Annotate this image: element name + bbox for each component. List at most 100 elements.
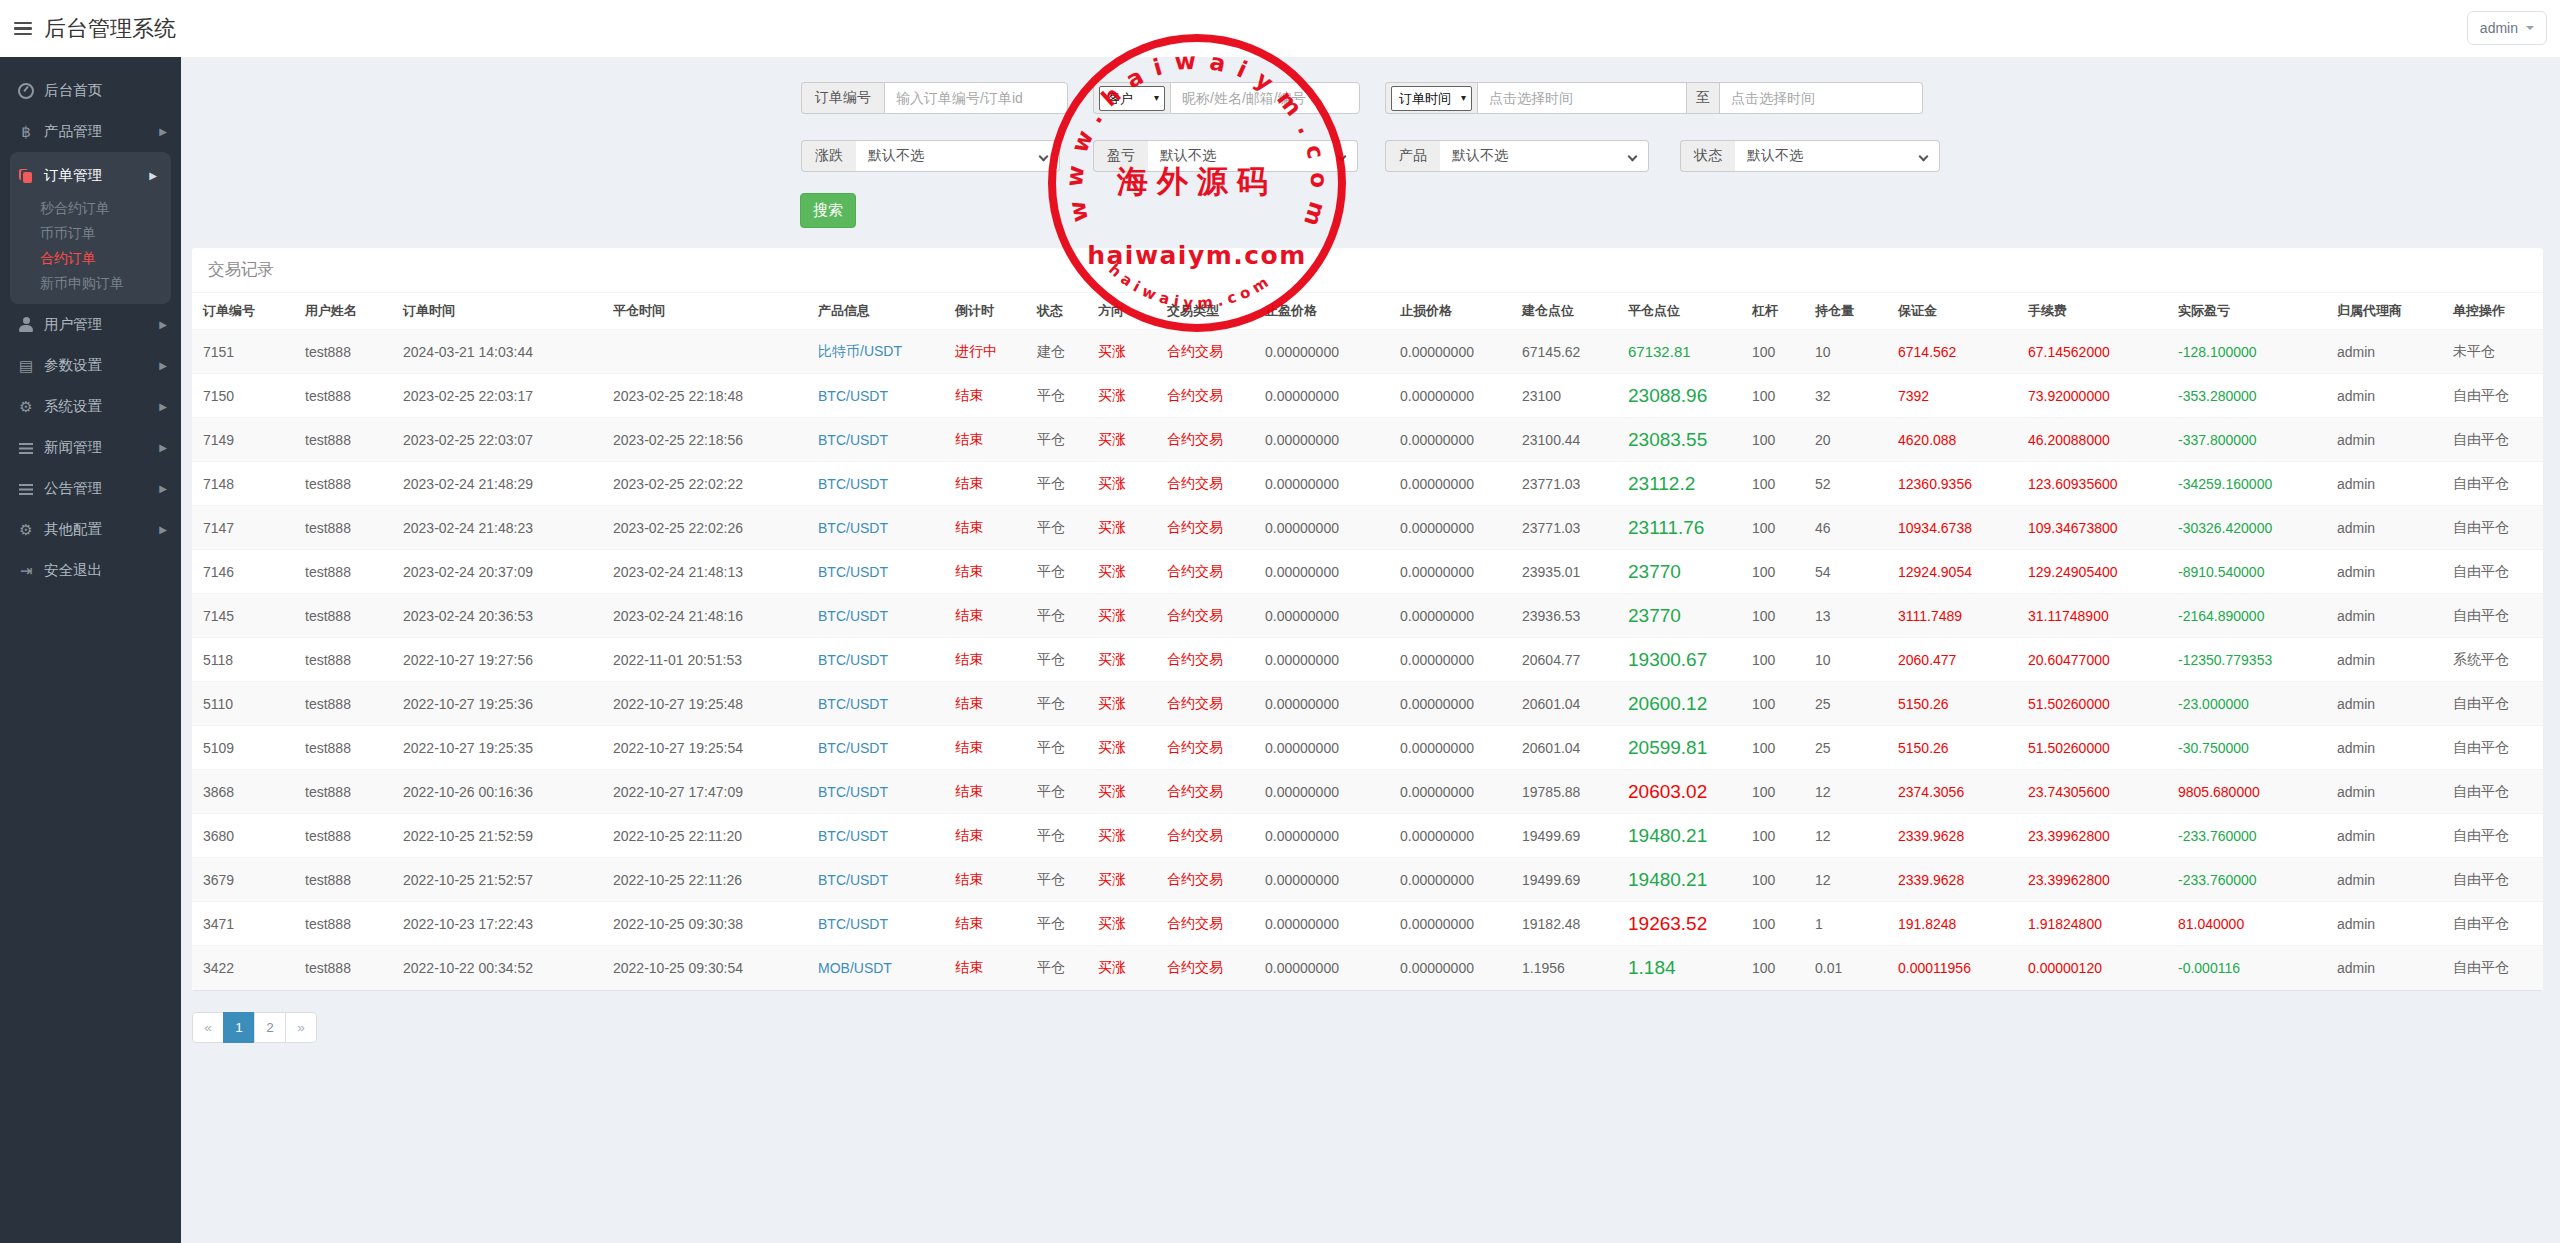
cell-profit: -23.000000 (2170, 682, 2329, 726)
cell-control: 自由平仓 (2445, 946, 2543, 990)
time-type-select[interactable]: 订单时间 (1391, 86, 1472, 111)
cell-product[interactable]: BTC/USDT (810, 638, 947, 682)
pagination-page-2[interactable]: 2 (254, 1012, 286, 1043)
sidebar-item-4[interactable]: ▤参数设置▶ (0, 345, 181, 386)
cell-stop_loss: 0.00000000 (1392, 638, 1514, 682)
cell-product[interactable]: MOB/USDT (810, 946, 947, 990)
customer-type-select[interactable]: 客户 (1099, 86, 1165, 111)
cell-open_time: 2023-02-24 21:48:29 (395, 462, 605, 506)
time-from-input[interactable] (1477, 82, 1686, 114)
cell-trade_type: 合约交易 (1159, 418, 1257, 462)
cell-product[interactable]: BTC/USDT (810, 814, 947, 858)
cell-agent: admin (2329, 374, 2445, 418)
updown-select[interactable]: 默认不选 (856, 140, 1060, 172)
cell-close_time: 2022-10-25 09:30:38 (605, 902, 810, 946)
pagination-prev[interactable]: « (192, 1012, 224, 1043)
cell-open_time: 2023-02-24 20:36:53 (395, 594, 605, 638)
cell-take_profit: 0.00000000 (1257, 550, 1392, 594)
customer-input[interactable] (1170, 82, 1360, 114)
cell-trade_type: 合约交易 (1159, 638, 1257, 682)
cell-volume: 32 (1807, 374, 1890, 418)
cell-product[interactable]: BTC/USDT (810, 374, 947, 418)
chevron-down-icon (1337, 152, 1347, 162)
cell-profit: -30.750000 (2170, 726, 2329, 770)
table-row: 7150test8882023-02-25 22:03:172023-02-25… (192, 374, 2543, 418)
cell-margin: 4620.088 (1890, 418, 2020, 462)
pagination-page-1[interactable]: 1 (223, 1012, 255, 1043)
cell-volume: 10 (1807, 638, 1890, 682)
cell-status: 平仓 (1029, 946, 1090, 990)
cell-user: test888 (297, 594, 395, 638)
orders-table: 订单编号用户姓名订单时间平仓时间产品信息倒计时状态方向交易类型止盈价格止损价格建… (192, 293, 2543, 990)
table-row: 5109test8882022-10-27 19:25:352022-10-27… (192, 726, 2543, 770)
cell-user: test888 (297, 682, 395, 726)
col-header-take_profit: 止盈价格 (1257, 293, 1392, 330)
cell-control: 自由平仓 (2445, 770, 2543, 814)
sidebar-subitem[interactable]: 合约订单 (10, 246, 171, 271)
cell-profit: -128.100000 (2170, 330, 2329, 374)
cell-product[interactable]: BTC/USDT (810, 462, 947, 506)
product-filter: 产品 默认不选 (1385, 140, 1649, 172)
table-row: 7146test8882023-02-24 20:37:092023-02-24… (192, 550, 2543, 594)
chevron-right-icon: ▶ (159, 319, 167, 330)
cell-take_profit: 0.00000000 (1257, 506, 1392, 550)
col-header-countdown: 倒计时 (947, 293, 1029, 330)
product-select[interactable]: 默认不选 (1440, 140, 1649, 172)
cell-fee: 73.92000000 (2020, 374, 2170, 418)
profit-select[interactable]: 默认不选 (1148, 140, 1358, 172)
cell-product[interactable]: BTC/USDT (810, 418, 947, 462)
cell-leverage: 100 (1744, 418, 1807, 462)
cell-stop_loss: 0.00000000 (1392, 682, 1514, 726)
sidebar-item-6[interactable]: 新闻管理▶ (0, 427, 181, 468)
sidebar-item-9[interactable]: ⇥安全退出 (0, 550, 181, 591)
cell-control: 自由平仓 (2445, 726, 2543, 770)
cell-id: 3471 (192, 902, 297, 946)
sidebar-subitem[interactable]: 秒合约订单 (10, 196, 171, 221)
cell-close_price: 19480.21 (1620, 814, 1744, 858)
cell-leverage: 100 (1744, 902, 1807, 946)
cell-product[interactable]: BTC/USDT (810, 594, 947, 638)
cell-product[interactable]: BTC/USDT (810, 506, 947, 550)
cell-product[interactable]: 比特币/USDT (810, 330, 947, 374)
cell-profit: -30326.420000 (2170, 506, 2329, 550)
cell-product[interactable]: BTC/USDT (810, 682, 947, 726)
cell-close_time: 2022-10-27 19:25:54 (605, 726, 810, 770)
cell-user: test888 (297, 902, 395, 946)
cell-open_time: 2023-02-24 21:48:23 (395, 506, 605, 550)
cell-product[interactable]: BTC/USDT (810, 770, 947, 814)
sidebar-item-0[interactable]: 后台首页 (0, 70, 181, 111)
search-button[interactable]: 搜索 (800, 193, 856, 228)
cell-control: 系统平仓 (2445, 638, 2543, 682)
sidebar-item-1[interactable]: ฿产品管理▶ (0, 111, 181, 152)
sidebar-group: 订单管理▶秒合约订单币币订单合约订单新币申购订单 (10, 152, 171, 304)
cell-close_price: 20599.81 (1620, 726, 1744, 770)
sidebar-toggle-icon[interactable] (14, 19, 32, 39)
cell-close_price: 20603.02 (1620, 770, 1744, 814)
sidebar-subitem[interactable]: 币币订单 (10, 221, 171, 246)
sidebar-item-2[interactable]: 订单管理▶ (10, 155, 171, 196)
cell-volume: 25 (1807, 682, 1890, 726)
status-select[interactable]: 默认不选 (1735, 140, 1940, 172)
cell-open_time: 2022-10-22 00:34:52 (395, 946, 605, 990)
sidebar-item-3[interactable]: 用户管理▶ (0, 304, 181, 345)
cell-product[interactable]: BTC/USDT (810, 902, 947, 946)
cell-close_price: 1.184 (1620, 946, 1744, 990)
cell-product[interactable]: BTC/USDT (810, 726, 947, 770)
user-menu-button[interactable]: admin (2467, 11, 2547, 45)
cell-countdown: 结束 (947, 462, 1029, 506)
cell-user: test888 (297, 726, 395, 770)
trade-records-panel: 交易记录 订单编号用户姓名订单时间平仓时间产品信息倒计时状态方向交易类型止盈价格… (192, 248, 2543, 990)
cell-countdown: 结束 (947, 858, 1029, 902)
cell-product[interactable]: BTC/USDT (810, 858, 947, 902)
sidebar-item-5[interactable]: ⚙系统设置▶ (0, 386, 181, 427)
cell-product[interactable]: BTC/USDT (810, 550, 947, 594)
order-no-input[interactable] (884, 82, 1068, 114)
sidebar-item-7[interactable]: 公告管理▶ (0, 468, 181, 509)
cell-close_price: 23112.2 (1620, 462, 1744, 506)
sidebar-item-8[interactable]: ⚙其他配置▶ (0, 509, 181, 550)
pagination-next[interactable]: » (285, 1012, 317, 1043)
col-header-product: 产品信息 (810, 293, 947, 330)
time-to-input[interactable] (1720, 82, 1923, 114)
cell-trade_type: 合约交易 (1159, 330, 1257, 374)
sidebar-subitem[interactable]: 新币申购订单 (10, 271, 171, 296)
